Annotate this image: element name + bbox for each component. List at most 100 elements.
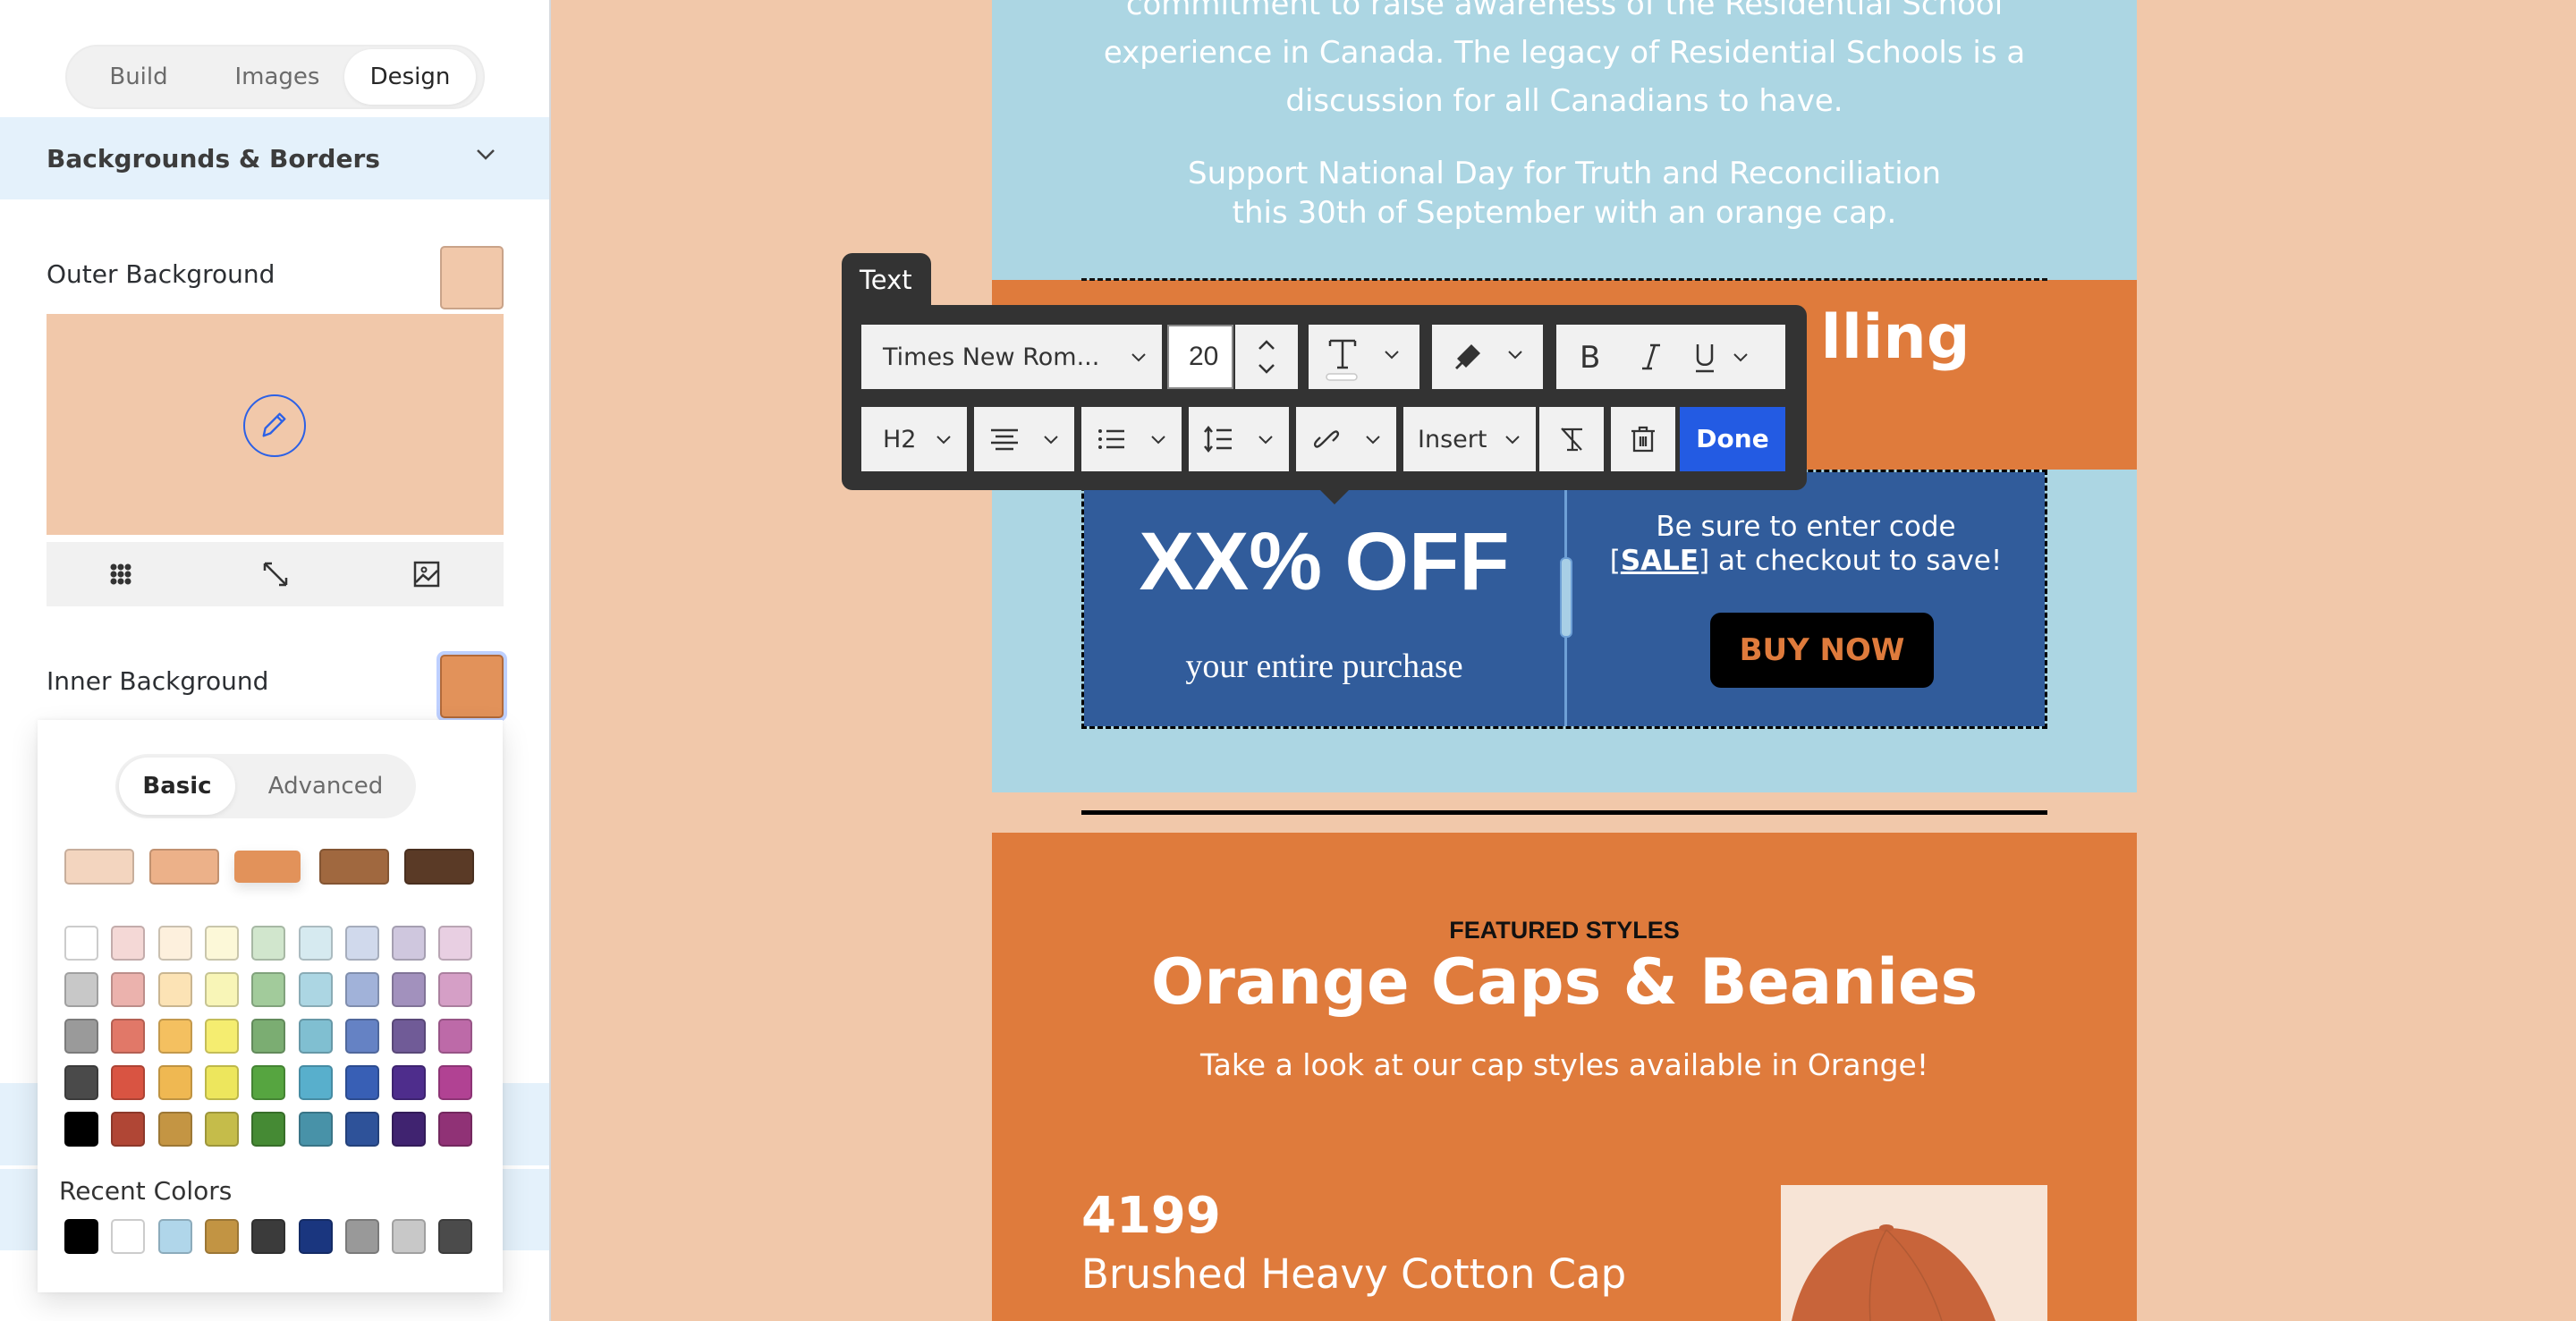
palette-color-swatch[interactable] [298,1019,333,1054]
inner-background-swatch[interactable] [440,655,504,718]
clear-formatting-button[interactable] [1539,407,1604,471]
underline-icon[interactable] [1687,339,1723,375]
recent-color-swatch[interactable] [298,1219,333,1254]
palette-color-swatch[interactable] [111,1019,146,1054]
palette-color-swatch[interactable] [392,1065,427,1100]
stretch-button[interactable] [256,555,295,594]
background-image-button[interactable] [407,555,446,594]
palette-color-swatch[interactable] [392,926,427,961]
palette-color-swatch[interactable] [157,926,192,961]
palette-color-swatch[interactable] [392,972,427,1007]
theme-color-swatch[interactable] [64,849,134,885]
palette-color-swatch[interactable] [344,1112,379,1147]
palette-color-swatch[interactable] [111,1065,146,1100]
buy-now-button[interactable]: BUY NOW [1710,613,1934,688]
tab-design[interactable]: Design [344,49,476,105]
tab-build[interactable]: Build [76,49,201,105]
palette-color-swatch[interactable] [111,926,146,961]
line-height-dropdown[interactable] [1189,407,1289,471]
palette-color-swatch[interactable] [344,972,379,1007]
product-number[interactable]: 4199 [1081,1187,1221,1245]
product-name[interactable]: Brushed Heavy Cotton Cap [1081,1250,1626,1298]
palette-color-swatch[interactable] [392,1019,427,1054]
heading-dropdown[interactable]: H2 [861,407,967,471]
theme-color-swatch[interactable] [149,849,219,885]
delete-block-button[interactable] [1611,407,1675,471]
font-size-stepper[interactable] [1235,325,1298,389]
font-family-dropdown[interactable]: Times New Rom... [861,325,1162,389]
palette-color-swatch[interactable] [204,1065,239,1100]
recent-color-swatch[interactable] [157,1219,192,1254]
palette-color-swatch[interactable] [64,1112,98,1147]
palette-color-swatch[interactable] [438,926,473,961]
tab-basic[interactable]: Basic [119,758,235,815]
recent-color-swatch[interactable] [111,1219,146,1254]
palette-color-swatch[interactable] [64,926,98,961]
featured-section[interactable]: FEATURED STYLES Orange Caps & Beanies Ta… [992,833,2137,1321]
highlight-color-dropdown[interactable] [1432,325,1543,389]
palette-color-swatch[interactable] [157,1065,192,1100]
palette-color-swatch[interactable] [111,972,146,1007]
palette-color-swatch[interactable] [251,1019,286,1054]
palette-color-swatch[interactable] [204,926,239,961]
support-paragraph[interactable]: Support National Day for Truth and Recon… [992,154,2137,233]
palette-color-swatch[interactable] [204,1019,239,1054]
palette-color-swatch[interactable] [111,1112,146,1147]
theme-color-swatch[interactable] [404,849,474,885]
recent-color-swatch[interactable] [251,1219,286,1254]
palette-color-swatch[interactable] [438,1019,473,1054]
bold-icon[interactable]: B [1572,339,1608,375]
outer-background-swatch[interactable] [440,246,504,309]
discount-text[interactable]: XX% OFF [1084,515,1564,609]
recent-color-swatch[interactable] [344,1219,379,1254]
palette-color-swatch[interactable] [298,1112,333,1147]
edit-background-button[interactable] [243,394,306,457]
palette-color-swatch[interactable] [438,1112,473,1147]
featured-title[interactable]: Orange Caps & Beanies [992,945,2137,1019]
pattern-button[interactable] [101,555,140,594]
palette-color-swatch[interactable] [298,926,333,961]
discount-subtitle[interactable]: your entire purchase [1084,647,1564,686]
palette-color-swatch[interactable] [344,1019,379,1054]
italic-icon[interactable] [1633,339,1669,375]
divider-line[interactable] [1081,810,2047,815]
recent-color-swatch[interactable] [204,1219,239,1254]
featured-subtitle[interactable]: Take a look at our cap styles available … [992,1047,2137,1082]
theme-color-swatch[interactable] [234,851,301,883]
palette-color-swatch[interactable] [204,1112,239,1147]
text-color-dropdown[interactable] [1309,325,1419,389]
palette-color-swatch[interactable] [438,1065,473,1100]
palette-color-swatch[interactable] [344,1065,379,1100]
palette-color-swatch[interactable] [344,926,379,961]
palette-color-swatch[interactable] [251,1112,286,1147]
align-dropdown[interactable] [974,407,1074,471]
intro-paragraph[interactable]: commitment to raise awareness of the Res… [992,0,2137,125]
product-image[interactable] [1781,1185,2047,1321]
tab-advanced[interactable]: Advanced [241,758,411,815]
theme-color-swatch[interactable] [319,849,389,885]
section-backgrounds-borders[interactable]: Backgrounds & Borders [0,117,549,199]
palette-color-swatch[interactable] [438,972,473,1007]
palette-color-swatch[interactable] [64,972,98,1007]
palette-color-swatch[interactable] [64,1019,98,1054]
palette-color-swatch[interactable] [251,926,286,961]
palette-color-swatch[interactable] [298,972,333,1007]
tab-images[interactable]: Images [210,49,344,105]
palette-color-swatch[interactable] [64,1065,98,1100]
recent-color-swatch[interactable] [438,1219,473,1254]
recent-color-swatch[interactable] [392,1219,427,1254]
chevron-down-icon[interactable] [1732,348,1750,366]
font-size-input[interactable] [1167,325,1233,389]
palette-color-swatch[interactable] [298,1065,333,1100]
done-button[interactable]: Done [1680,407,1785,471]
list-dropdown[interactable] [1081,407,1182,471]
insert-dropdown[interactable]: Insert [1403,407,1536,471]
palette-color-swatch[interactable] [157,972,192,1007]
palette-color-swatch[interactable] [157,1112,192,1147]
recent-color-swatch[interactable] [64,1219,98,1254]
promo-code-text[interactable]: Be sure to enter code [SALE] at checkout… [1567,510,2045,578]
palette-color-swatch[interactable] [392,1112,427,1147]
palette-color-swatch[interactable] [204,972,239,1007]
palette-color-swatch[interactable] [251,972,286,1007]
coupon-block[interactable]: XX% OFF your entire purchase Be sure to … [1084,472,2045,726]
